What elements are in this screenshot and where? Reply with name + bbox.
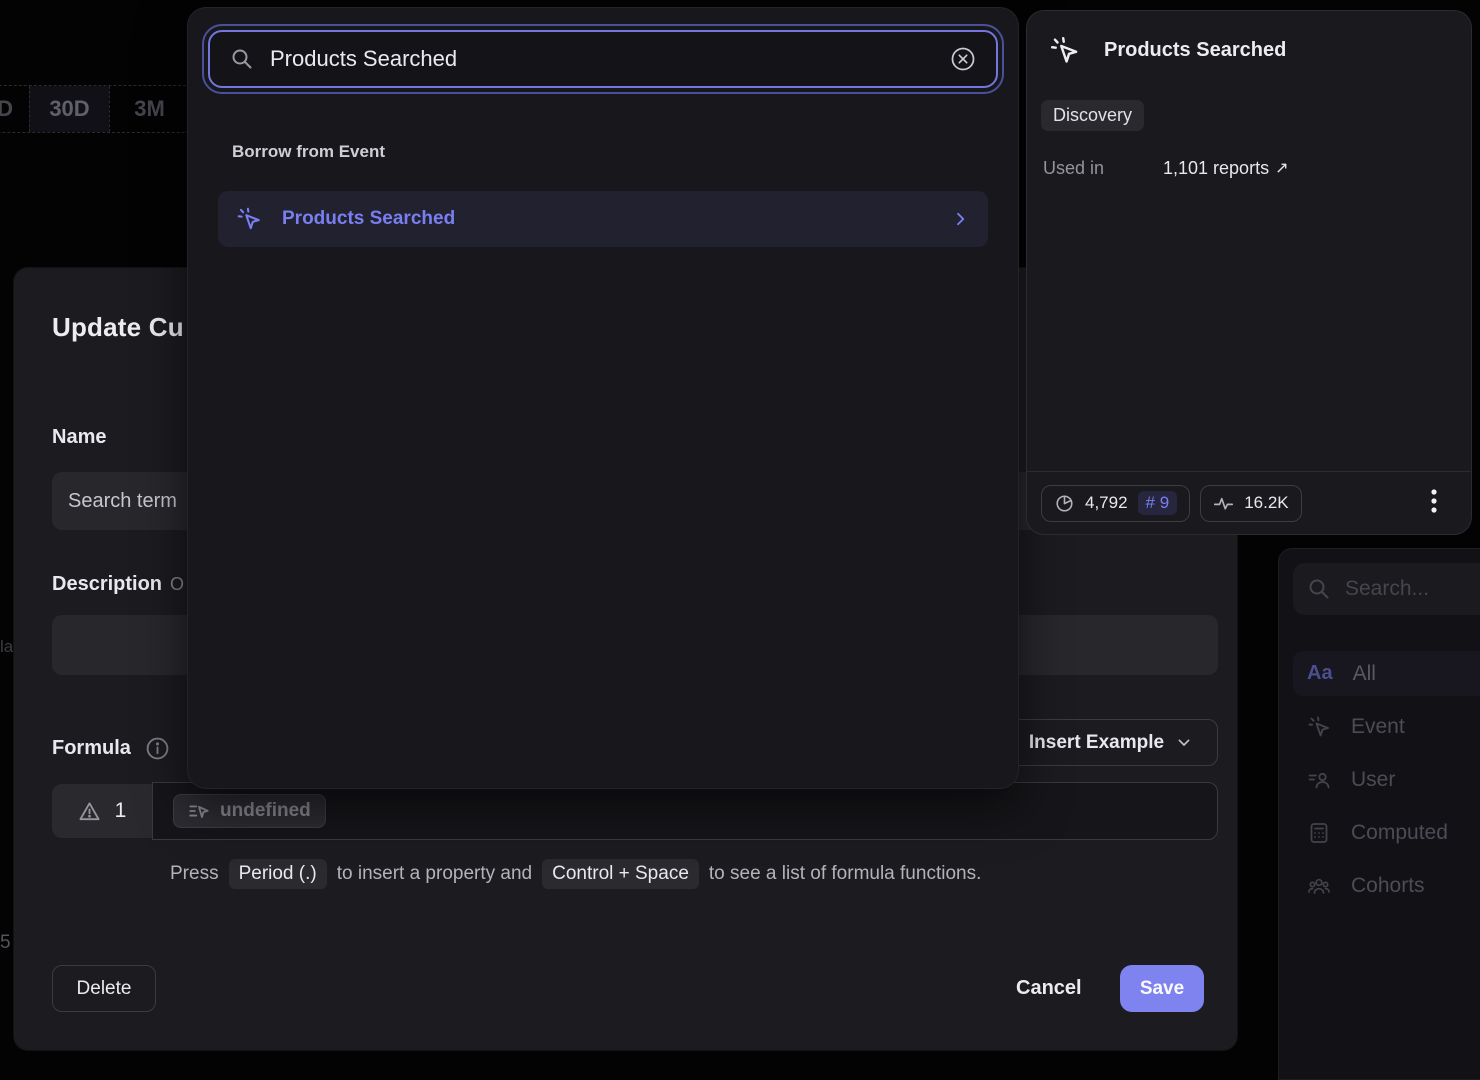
name-value: Search term	[68, 490, 177, 513]
user-icon	[1307, 768, 1331, 792]
formula-error-counter: 1	[52, 784, 152, 838]
delete-button[interactable]: Delete	[52, 965, 156, 1012]
search-icon	[230, 47, 254, 71]
card-footer: 4,792 # 9 16.2K	[1027, 471, 1471, 534]
formula-hint: Press Period (.) to insert a property an…	[170, 859, 981, 889]
modal-title: Update Cu	[52, 312, 184, 343]
warning-icon	[78, 800, 101, 823]
insert-example-label: Insert Example	[1029, 732, 1164, 754]
external-link-arrow-icon: ↗	[1275, 158, 1288, 179]
used-in-label: Used in	[1043, 158, 1163, 179]
used-in-row: Used in 1,101 reports ↗	[1043, 158, 1288, 179]
formula-property-chip[interactable]: undefined	[173, 794, 326, 828]
time-range-7d[interactable]: D	[0, 86, 29, 132]
cancel-button[interactable]: Cancel	[1000, 965, 1098, 1012]
name-label: Name	[52, 426, 106, 449]
event-cursor-icon	[1307, 715, 1331, 739]
hint-text: to see a list of formula functions.	[709, 863, 981, 885]
sidebar-item-computed[interactable]: Computed	[1293, 810, 1480, 855]
borrow-from-event-label: Borrow from Event	[232, 142, 385, 162]
event-cursor-icon	[236, 206, 262, 232]
pie-chart-icon	[1054, 493, 1075, 514]
property-search-popup: Products Searched Borrow from Event Prod…	[188, 8, 1018, 788]
time-range-segmented-control: D 30D 3M	[0, 85, 190, 133]
formula-label: Formula	[52, 737, 131, 760]
description-label: DescriptionO	[52, 573, 184, 596]
clear-search-icon[interactable]	[950, 46, 976, 72]
sidebar-item-event[interactable]: Event	[1293, 704, 1480, 749]
background-axis-number: 5	[0, 932, 11, 954]
optional-fragment: O	[170, 574, 184, 594]
info-icon[interactable]	[145, 736, 170, 761]
result-label: Products Searched	[282, 208, 932, 230]
category-badge: Discovery	[1041, 100, 1144, 131]
calculator-icon	[1307, 821, 1331, 845]
time-range-30d[interactable]: 30D	[29, 86, 109, 132]
sidebar-item-label: Computed	[1351, 821, 1448, 845]
event-details-card: Products Searched Discovery Used in 1,10…	[1026, 10, 1472, 535]
insert-example-button[interactable]: Insert Example	[1003, 719, 1218, 766]
error-count: 1	[115, 799, 127, 823]
search-icon	[1307, 577, 1331, 601]
sidebar-item-label: User	[1351, 768, 1395, 792]
search-input-value: Products Searched	[270, 46, 934, 72]
event-cursor-icon	[1049, 35, 1080, 66]
volume-chip[interactable]: 16.2K	[1200, 485, 1301, 522]
used-in-reports-link[interactable]: 1,101 reports	[1163, 158, 1269, 179]
volume-count: 16.2K	[1244, 493, 1288, 513]
cohorts-icon	[1307, 874, 1331, 898]
formula-chip-label: undefined	[220, 800, 311, 822]
search-result-products-searched[interactable]: Products Searched	[218, 191, 988, 247]
aa-icon: Aa	[1307, 662, 1333, 685]
query-count: 4,792	[1085, 493, 1128, 513]
sidebar-search-placeholder: Search...	[1345, 577, 1429, 601]
rank-badge: # 9	[1138, 491, 1178, 515]
save-button[interactable]: Save	[1120, 965, 1204, 1012]
sidebar-item-label: All	[1353, 662, 1376, 686]
sidebar-search-input[interactable]: Search...	[1293, 563, 1480, 615]
formula-input[interactable]: undefined	[152, 782, 1218, 840]
card-header: Products Searched	[1027, 11, 1471, 66]
activity-icon	[1213, 493, 1234, 514]
kebab-menu-icon[interactable]	[1431, 488, 1437, 514]
chevron-right-icon	[952, 210, 970, 228]
property-search-input[interactable]: Products Searched	[208, 30, 998, 88]
sidebar-item-user[interactable]: User	[1293, 757, 1480, 802]
hint-text: to insert a property and	[337, 863, 532, 885]
query-count-chip[interactable]: 4,792 # 9	[1041, 485, 1190, 522]
app-root: D 30D 3M lay 5 Search... Aa All Event Us…	[0, 0, 1480, 1080]
card-title: Products Searched	[1104, 39, 1286, 62]
property-list-cursor-icon	[188, 800, 210, 822]
chevron-down-icon	[1176, 735, 1192, 751]
sidebar-item-cohorts[interactable]: Cohorts	[1293, 863, 1480, 908]
period-key-badge: Period (.)	[229, 859, 327, 889]
sidebar-filter-list: Aa All Event User Computed Cohorts	[1293, 651, 1480, 908]
hint-text: Press	[170, 863, 219, 885]
time-range-3m[interactable]: 3M	[109, 86, 189, 132]
sidebar-item-label: Event	[1351, 715, 1405, 739]
sidebar-item-all[interactable]: Aa All	[1293, 651, 1480, 696]
ctrl-space-key-badge: Control + Space	[542, 859, 699, 889]
formula-header: Formula	[52, 736, 170, 761]
sidebar-item-label: Cohorts	[1351, 874, 1425, 898]
property-type-sidebar: Search... Aa All Event User Computed Coh…	[1278, 548, 1480, 1080]
